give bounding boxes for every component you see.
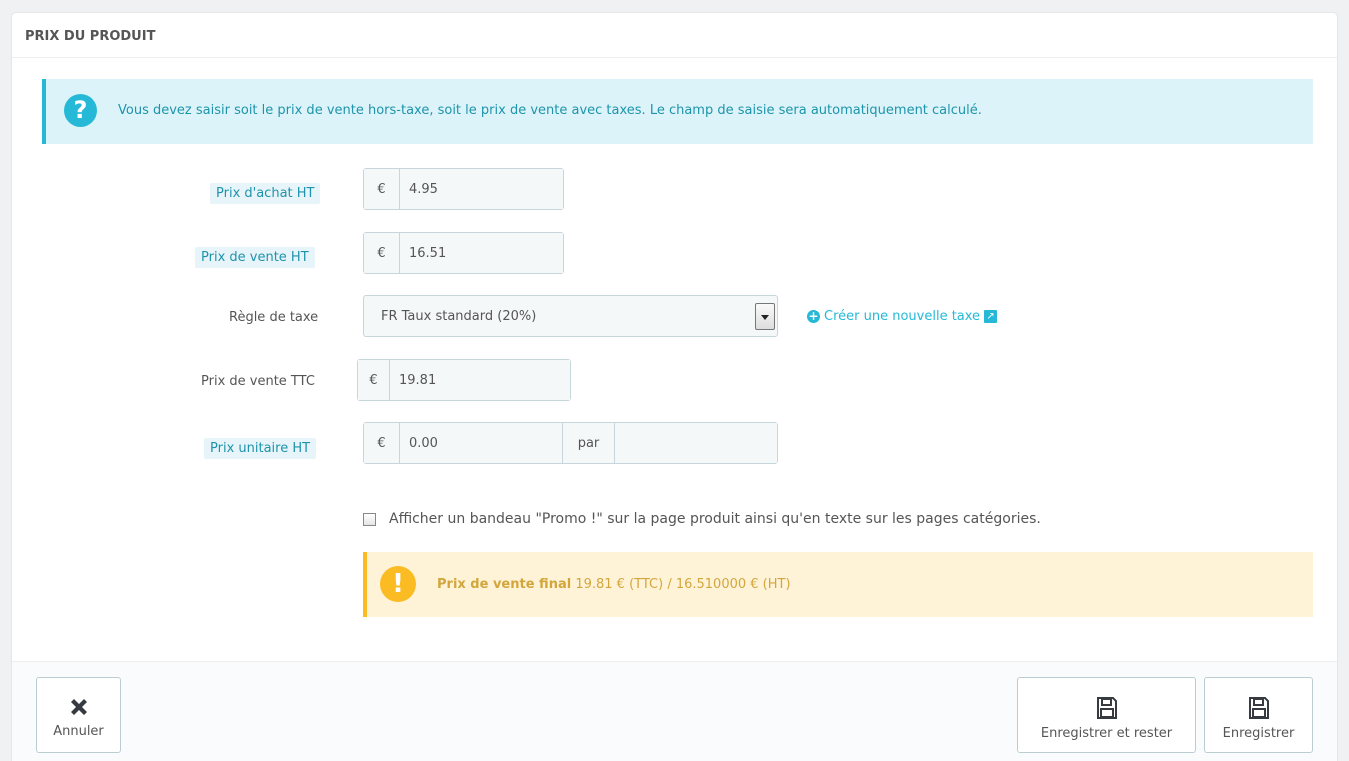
final-price-value: 19.81 € (TTC) / 16.510000 € (HT) bbox=[575, 577, 791, 592]
sale-price-ht-label[interactable]: Prix de vente HT bbox=[195, 247, 315, 268]
unit-price-label[interactable]: Prix unitaire HT bbox=[204, 438, 317, 459]
final-price-alert: ! Prix de vente final 19.81 € (TTC) / 16… bbox=[363, 552, 1313, 617]
tax-rule-label: Règle de taxe bbox=[229, 310, 319, 325]
final-price-text: Prix de vente final 19.81 € (TTC) / 16.5… bbox=[437, 577, 791, 592]
cancel-button-label: Annuler bbox=[53, 724, 104, 739]
unit-price-input[interactable]: 0.00 bbox=[400, 423, 562, 463]
tax-rule-select[interactable]: FR Taux standard (20%) bbox=[363, 295, 778, 337]
currency-addon: € bbox=[358, 360, 390, 400]
sale-price-ttc-input[interactable]: 19.81 bbox=[390, 360, 570, 400]
sale-price-ttc-label: Prix de vente TTC bbox=[201, 374, 315, 389]
save-button[interactable]: Enregistrer bbox=[1204, 677, 1313, 753]
cancel-button[interactable]: Annuler bbox=[36, 677, 121, 753]
purchase-price-input-group: € 4.95 bbox=[363, 168, 564, 210]
save-icon bbox=[1248, 697, 1269, 719]
info-alert-text: Vous devez saisir soit le prix de vente … bbox=[118, 103, 982, 118]
chevron-down-icon[interactable] bbox=[755, 303, 775, 330]
save-and-stay-button[interactable]: Enregistrer et rester bbox=[1017, 677, 1196, 753]
info-alert: ? Vous devez saisir soit le prix de vent… bbox=[42, 79, 1313, 144]
panel-footer: Annuler Enregistrer et rester Enregistre… bbox=[12, 661, 1337, 761]
currency-addon: € bbox=[364, 233, 400, 273]
save-button-label: Enregistrer bbox=[1222, 726, 1295, 741]
purchase-price-input[interactable]: 4.95 bbox=[400, 169, 563, 209]
final-price-label: Prix de vente final bbox=[437, 577, 572, 592]
save-and-stay-label: Enregistrer et rester bbox=[1040, 726, 1173, 741]
create-tax-link-text[interactable]: Créer une nouvelle taxe bbox=[824, 309, 980, 324]
tax-rule-selected-value: FR Taux standard (20%) bbox=[381, 309, 537, 324]
unit-price-input-group: € 0.00 par bbox=[363, 422, 778, 464]
currency-addon: € bbox=[364, 169, 400, 209]
purchase-price-label[interactable]: Prix d'achat HT bbox=[210, 183, 321, 204]
panel-title: PRIX DU PRODUIT bbox=[12, 13, 1337, 58]
unit-input[interactable] bbox=[615, 423, 777, 463]
promo-checkbox-label[interactable]: Afficher un bandeau "Promo !" sur la pag… bbox=[389, 511, 1041, 527]
per-addon: par bbox=[562, 423, 615, 463]
sale-price-ttc-input-group: € 19.81 bbox=[357, 359, 571, 401]
promo-checkbox[interactable] bbox=[363, 512, 376, 526]
close-icon bbox=[70, 699, 87, 715]
product-price-panel: PRIX DU PRODUIT ? Vous devez saisir soit… bbox=[11, 12, 1338, 761]
promo-checkbox-row: Afficher un bandeau "Promo !" sur la pag… bbox=[363, 511, 1041, 527]
sale-price-ht-input-group: € 16.51 bbox=[363, 232, 564, 274]
create-tax-link[interactable]: + Créer une nouvelle taxe ↗ bbox=[807, 309, 998, 324]
external-link-icon: ↗ bbox=[984, 310, 998, 323]
save-icon bbox=[1096, 697, 1117, 719]
question-icon: ? bbox=[64, 94, 97, 127]
plus-circle-icon: + bbox=[807, 309, 820, 323]
sale-price-ht-input[interactable]: 16.51 bbox=[400, 233, 563, 273]
exclamation-icon: ! bbox=[380, 566, 416, 602]
currency-addon: € bbox=[364, 423, 400, 463]
